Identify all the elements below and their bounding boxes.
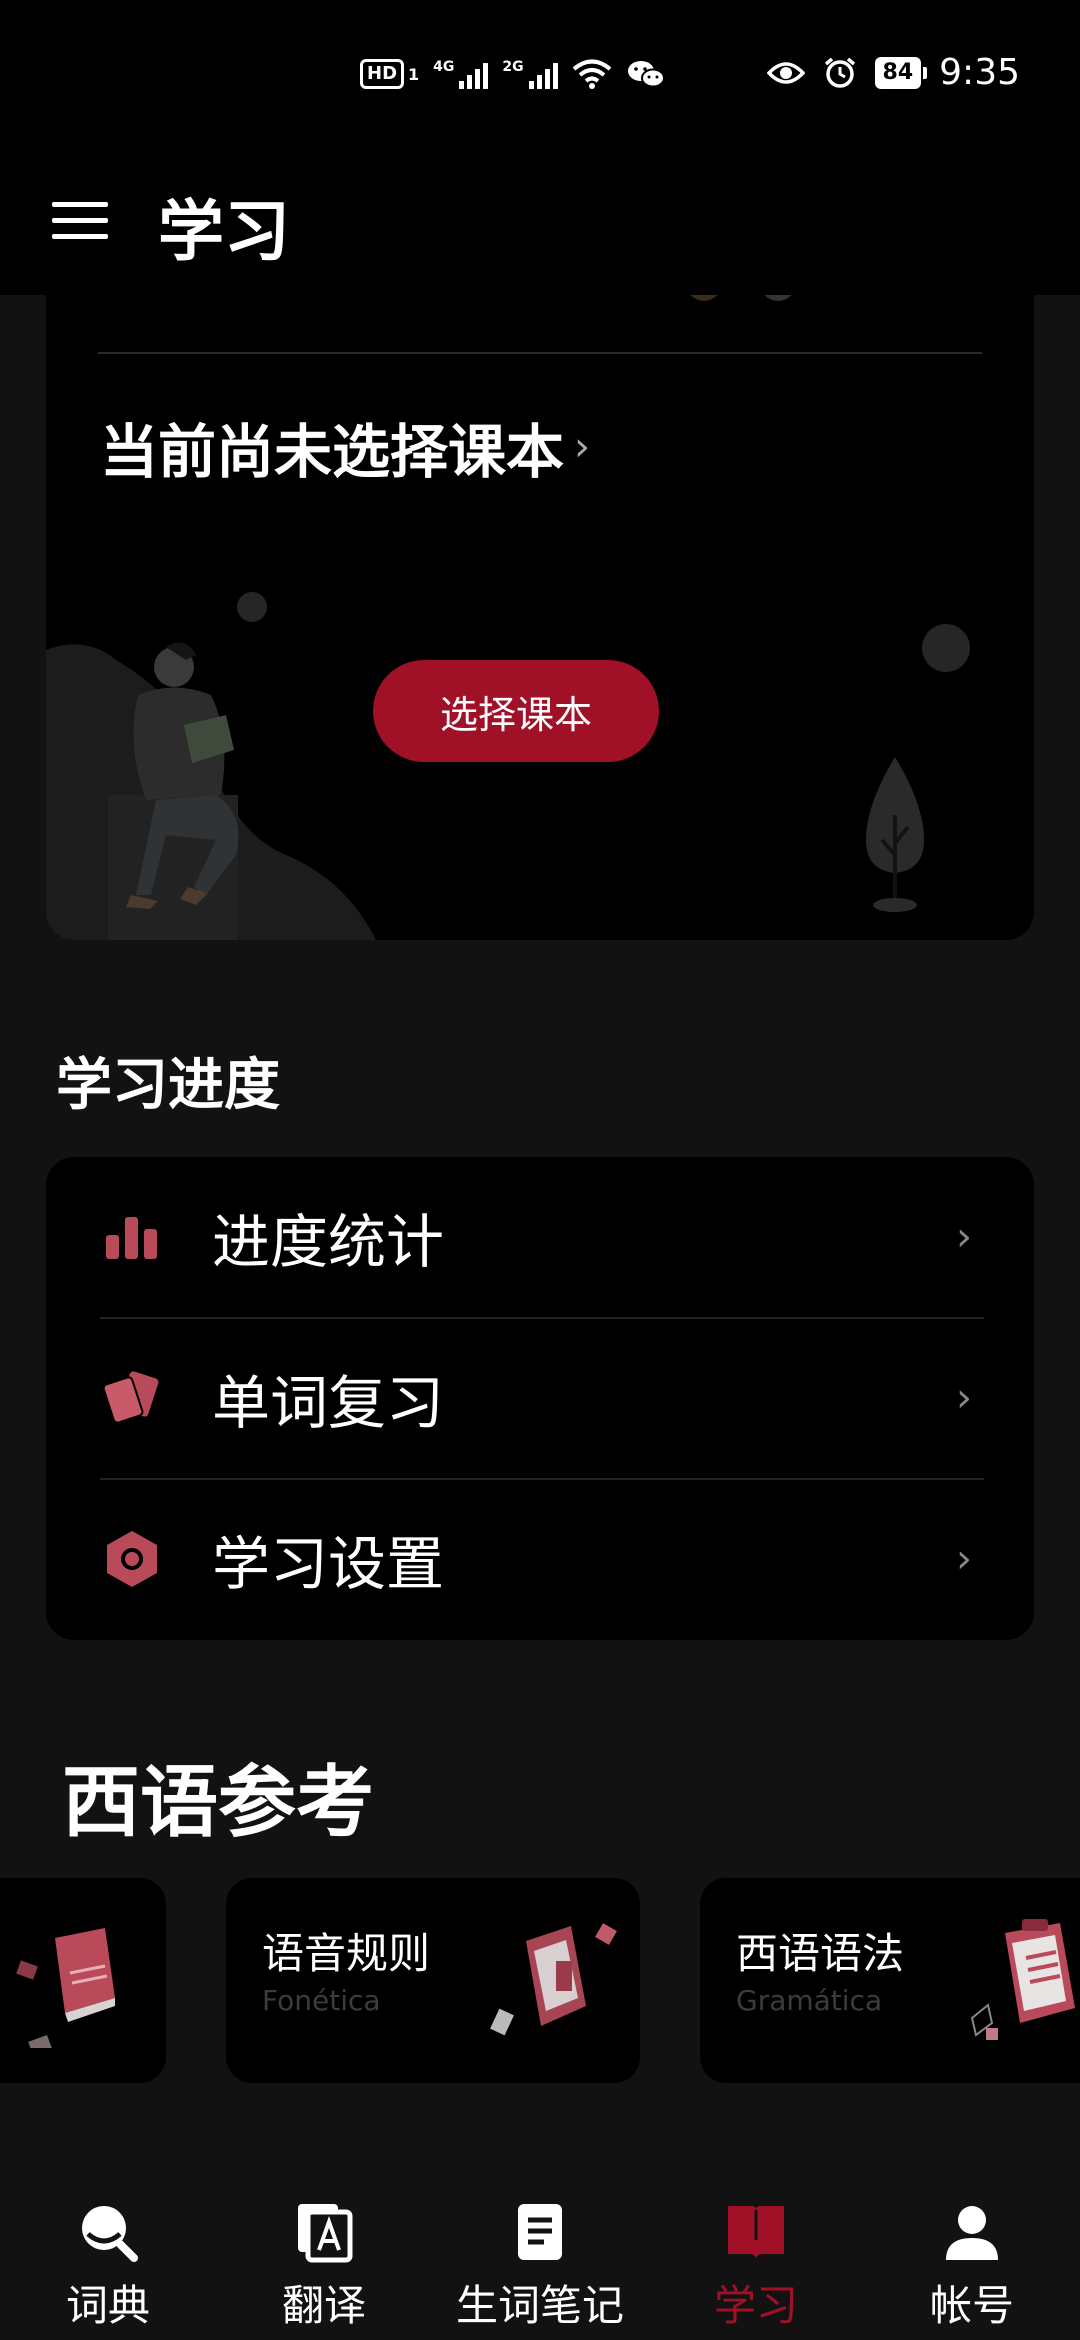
nav-item-translate[interactable]: 翻译 <box>216 2180 432 2340</box>
status-icons-right: 84 9:35 <box>766 52 1020 93</box>
reference-card-phonetics[interactable]: 语音规则 Fonética <box>226 1878 640 2083</box>
word-review-item[interactable]: 单词复习 › <box>46 1318 1034 1478</box>
chevron-right-icon: › <box>956 1536 972 1582</box>
reading-person-illustration <box>46 295 970 940</box>
phonetics-book-icon <box>490 1923 617 2036</box>
flashcards-icon <box>102 1371 159 1424</box>
reference-card-dictionary[interactable] <box>0 1878 166 2083</box>
phonetics-title: 语音规则 <box>262 1929 431 1978</box>
signal-4g-icon: 4G <box>433 59 489 89</box>
search-icon <box>82 2206 138 2262</box>
menu-icon[interactable] <box>52 190 112 250</box>
wechat-icon <box>627 61 665 88</box>
word-review-label: 单词复习 <box>212 1369 445 1437</box>
bar-chart-icon <box>106 1217 157 1259</box>
nav-item-account[interactable]: 帐号 <box>864 2180 1080 2340</box>
textbook-status[interactable]: 当前尚未选择课本 › <box>100 405 590 489</box>
textbook-card: 当前尚未选择课本 › 选择课本 <box>46 295 1034 940</box>
progress-card: 进度统计 › 单词复习 › 学习设置 › <box>46 1157 1034 1640</box>
sim-slot-label: 1 <box>408 64 420 84</box>
progress-stats-label: 进度统计 <box>212 1208 445 1276</box>
account-icon <box>946 2206 998 2260</box>
divider <box>98 352 982 354</box>
eye-comfort-icon <box>766 61 805 84</box>
grammar-clipboard-icon <box>970 1919 1075 2040</box>
status-time: 9:35 <box>939 52 1020 93</box>
nav-item-dictionary[interactable]: 词典 <box>0 2180 216 2340</box>
progress-stats-item[interactable]: 进度统计 › <box>46 1157 1034 1317</box>
reference-section-title: 西语参考 <box>62 1758 375 1848</box>
bottom-navigation: 词典 翻译 生词笔记 学习 帐号 <box>0 2180 1080 2340</box>
battery-indicator: 84 <box>874 56 927 89</box>
chevron-right-icon: › <box>956 1375 972 1421</box>
status-bar: HD 1 4G 2G 84 9:35 <box>0 0 1080 160</box>
progress-section-title: 学习进度 <box>56 1053 280 1118</box>
textbook-status-label: 当前尚未选择课本 <box>100 418 565 486</box>
study-settings-item[interactable]: 学习设置 › <box>46 1479 1034 1639</box>
book-icon <box>728 2206 784 2258</box>
app-bar: 学习 <box>0 160 1080 295</box>
grammar-subtitle: Gramática <box>736 1984 883 2017</box>
alarm-icon <box>824 57 855 88</box>
nav-label: 学习 <box>713 2281 798 2330</box>
wifi-icon <box>572 59 611 89</box>
hd-voice-icon: HD <box>360 59 405 89</box>
nav-label: 生词笔记 <box>455 2281 624 2330</box>
signal-2g-icon: 2G <box>502 59 558 89</box>
hexagon-settings-icon <box>107 1531 157 1587</box>
notes-icon <box>518 2204 562 2260</box>
translate-icon <box>298 2204 353 2263</box>
nav-label: 翻译 <box>281 2281 366 2330</box>
chevron-right-icon: › <box>574 424 591 470</box>
nav-item-study[interactable]: 学习 <box>648 2180 864 2340</box>
choose-textbook-button[interactable]: 选择课本 <box>373 660 659 762</box>
chevron-right-icon: › <box>956 1214 972 1260</box>
nav-item-notes[interactable]: 生词笔记 <box>432 2180 648 2340</box>
nav-label: 词典 <box>65 2281 150 2330</box>
status-icons-left: HD 1 4G 2G <box>360 58 666 90</box>
dictionary-book-icon <box>16 1928 115 2048</box>
nav-label: 帐号 <box>929 2281 1014 2330</box>
study-settings-label: 学习设置 <box>212 1530 445 1598</box>
phonetics-subtitle: Fonética <box>262 1984 381 2017</box>
page-title: 学习 <box>158 193 290 270</box>
grammar-title: 西语语法 <box>736 1929 905 1978</box>
reference-card-grammar[interactable]: 西语语法 Gramática <box>700 1878 1080 2083</box>
